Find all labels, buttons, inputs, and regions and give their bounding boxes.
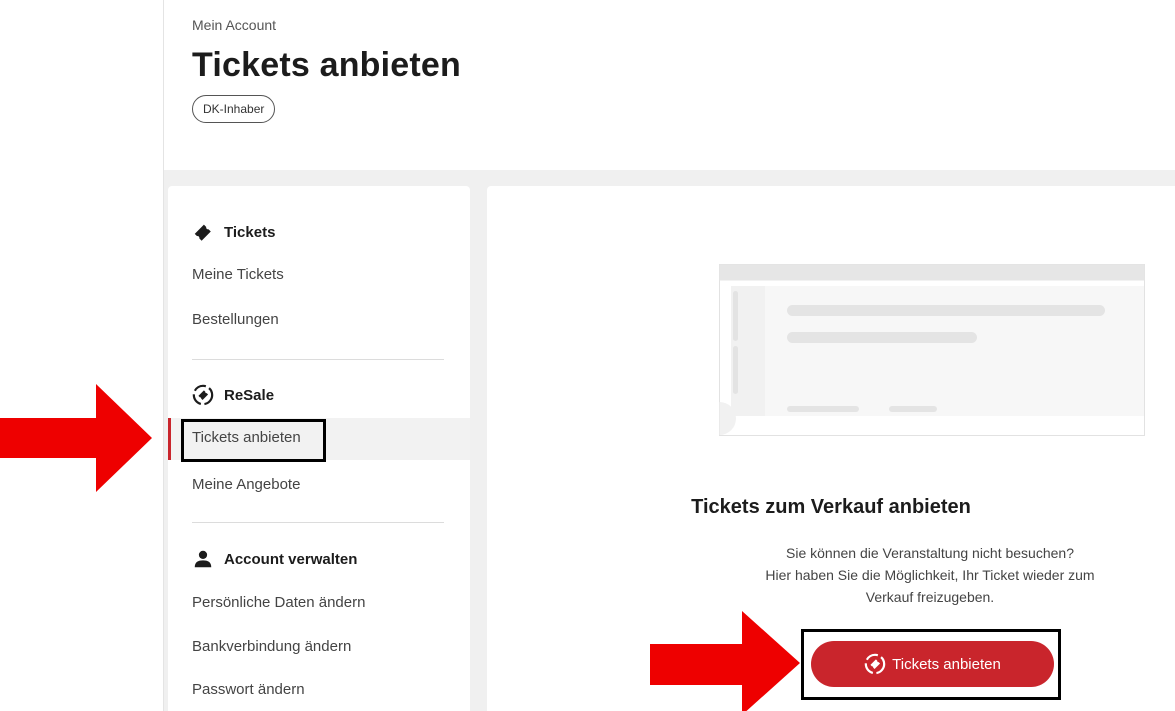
sidebar-section-resale: ReSale: [192, 384, 274, 406]
annotation-arrow-icon: [0, 384, 152, 492]
sidebar-item-meine-tickets[interactable]: Meine Tickets: [192, 266, 284, 283]
status-badge: DK-Inhaber: [192, 95, 276, 123]
sidebar-item-bestellungen[interactable]: Bestellungen: [192, 311, 279, 328]
ticket-placeholder-illustration: [719, 264, 1145, 436]
active-indicator: [168, 418, 171, 460]
highlight-box-sidebar: [181, 419, 326, 462]
resale-description: Sie können die Veranstaltung nicht besuc…: [716, 542, 1144, 608]
sidebar-section-tickets: Tickets: [192, 221, 275, 243]
resale-heading: Tickets zum Verkauf anbieten: [691, 496, 971, 518]
page-title: Tickets anbieten: [192, 46, 462, 84]
sidebar-item-meine-angebote[interactable]: Meine Angebote: [192, 476, 300, 493]
ticket-icon: [194, 224, 211, 241]
breadcrumb[interactable]: Mein Account: [192, 17, 276, 33]
sidebar-divider: [192, 522, 444, 523]
highlight-box-button: [801, 629, 1061, 700]
sidebar-item-bankverbindung[interactable]: Bankverbindung ändern: [192, 638, 351, 655]
annotation-arrow-icon: [650, 611, 800, 711]
description-line: Hier haben Sie die Möglichkeit, Ihr Tick…: [765, 567, 1095, 583]
description-line: Sie können die Veranstaltung nicht besuc…: [786, 545, 1074, 561]
person-icon: [194, 550, 212, 568]
sidebar-section-title: Tickets: [224, 223, 276, 241]
sidebar-item-persoenliche-daten[interactable]: Persönliche Daten ändern: [192, 594, 365, 611]
sidebar-section-title: Account verwalten: [224, 550, 358, 568]
description-line: Verkauf freizugeben.: [865, 589, 995, 605]
sidebar-divider: [192, 359, 444, 360]
resale-icon: [192, 384, 214, 406]
sidebar-section-title: ReSale: [224, 386, 275, 404]
sidebar-section-account: Account verwalten: [192, 548, 357, 570]
sidebar-item-passwort[interactable]: Passwort ändern: [192, 681, 305, 698]
